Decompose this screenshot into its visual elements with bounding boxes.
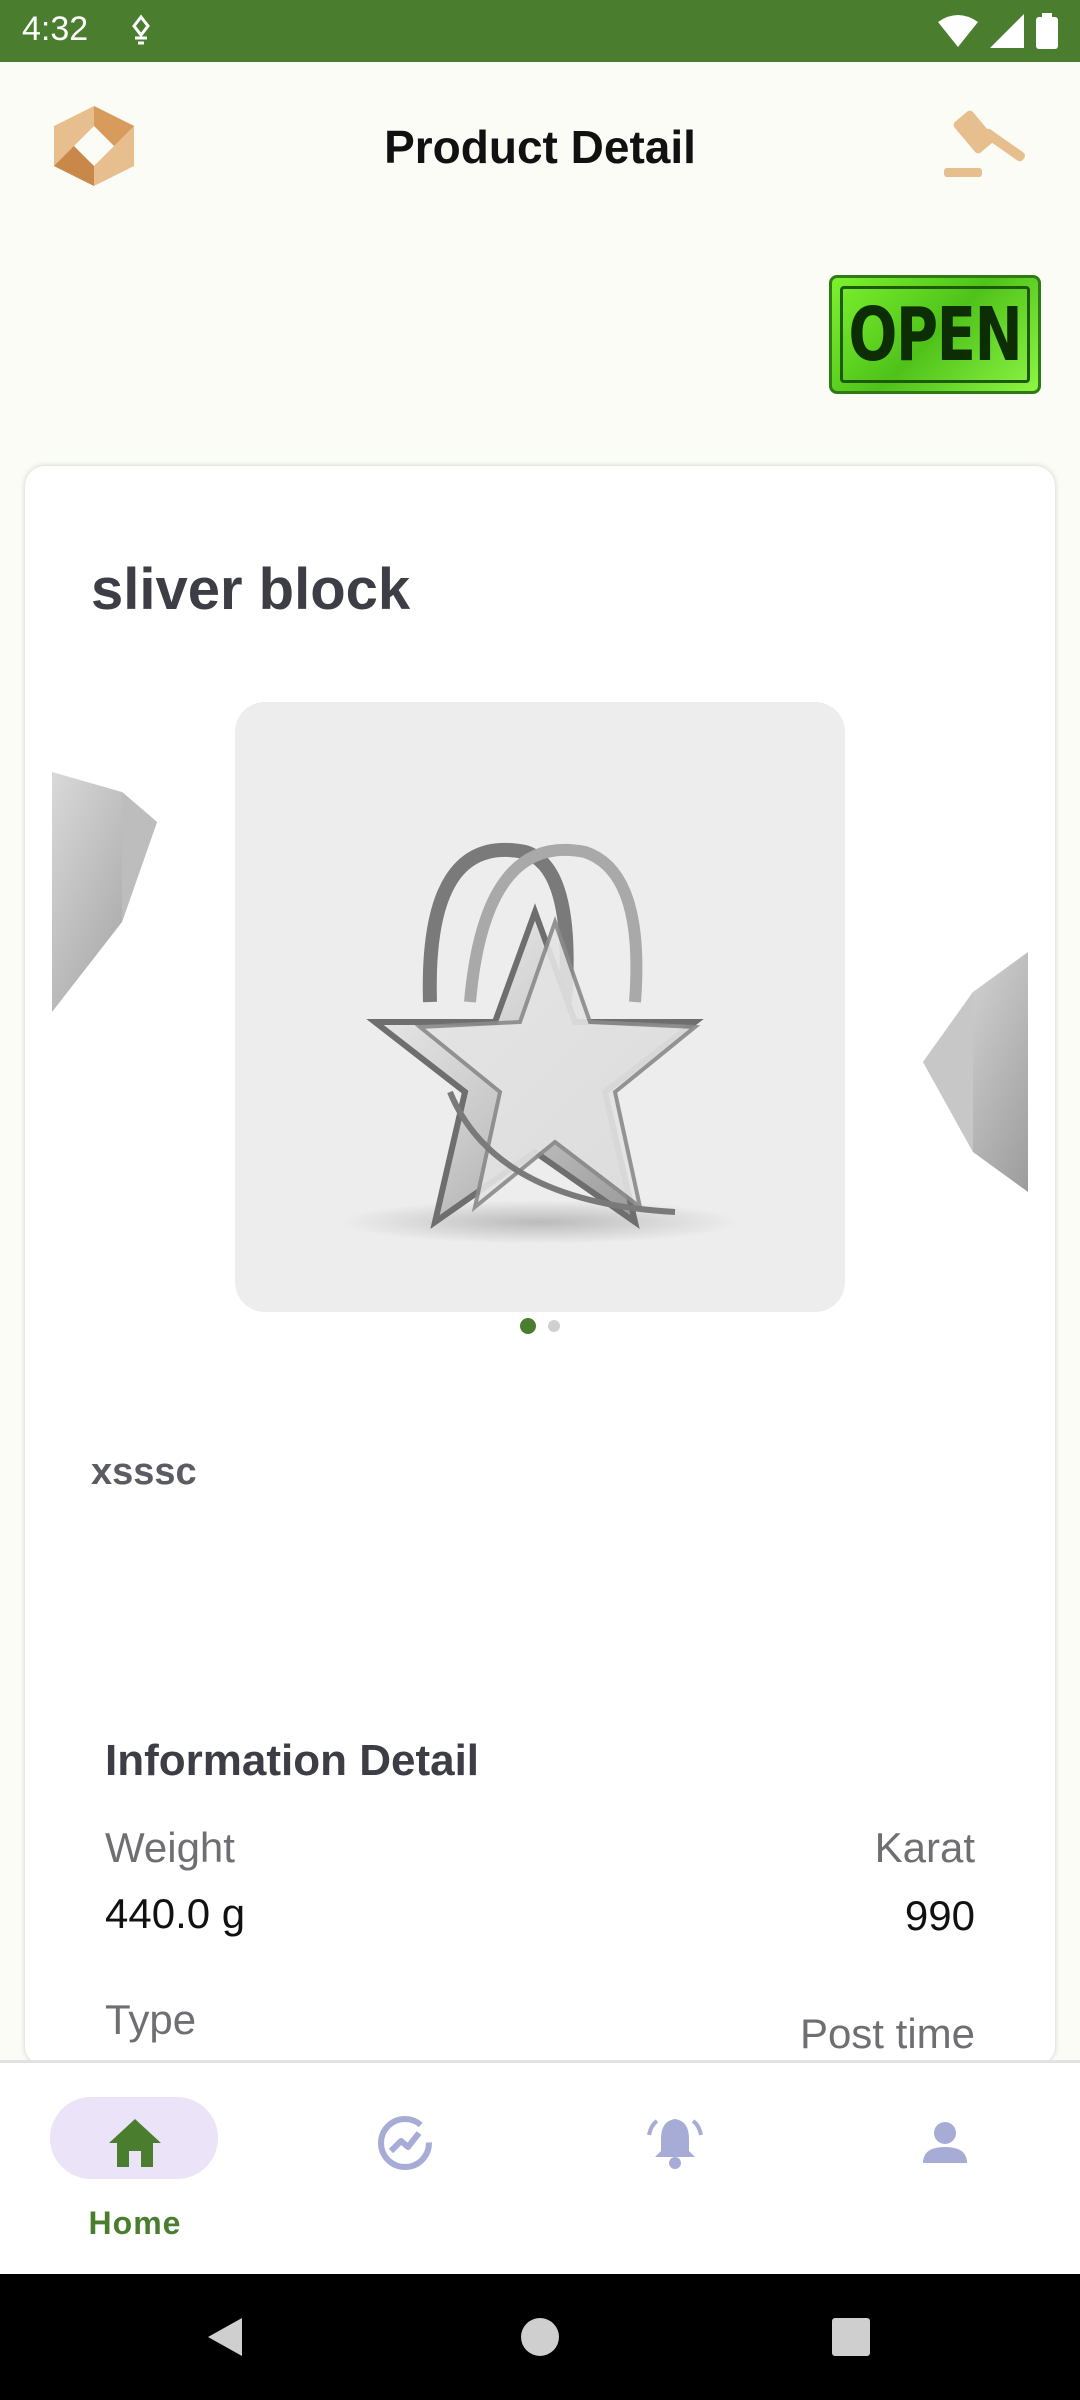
battery-icon bbox=[1036, 13, 1058, 49]
recents-icon[interactable] bbox=[828, 2314, 874, 2360]
system-navigation-bar bbox=[0, 2274, 1080, 2400]
open-status-badge-text: OPEN bbox=[848, 291, 1023, 378]
product-card: sliver block xsssc Information Detail We… bbox=[25, 466, 1055, 2066]
bell-icon bbox=[647, 2119, 703, 2169]
post-time-label: Post time bbox=[799, 2010, 975, 2057]
status-time: 4:32 bbox=[22, 10, 89, 48]
trend-icon bbox=[378, 2116, 432, 2170]
karat-value: 990 bbox=[904, 1892, 975, 1939]
nav-item-home[interactable]: Home bbox=[0, 2063, 270, 2277]
wifi-icon bbox=[938, 15, 978, 47]
status-bar: 4:32 bbox=[0, 0, 1080, 62]
product-image-carousel[interactable] bbox=[52, 702, 1028, 1342]
product-name: sliver block bbox=[91, 557, 411, 622]
app-header: Product Detail bbox=[0, 62, 1080, 232]
notification-icon bbox=[132, 14, 150, 45]
information-detail-title: Information Detail bbox=[105, 1736, 480, 1785]
nav-label-home: Home bbox=[88, 2205, 182, 2241]
bottom-navigation: Home bbox=[0, 2060, 1080, 2274]
product-image-main[interactable] bbox=[235, 702, 845, 1312]
person-icon bbox=[923, 2122, 967, 2163]
page-title: Product Detail bbox=[384, 121, 696, 173]
signal-icon bbox=[990, 14, 1024, 48]
product-description: xsssc bbox=[91, 1451, 197, 1493]
next-slide-image[interactable] bbox=[923, 952, 1028, 1232]
karat-label: Karat bbox=[874, 1824, 975, 1871]
nav-item-profile[interactable] bbox=[810, 2063, 1080, 2277]
gavel-icon[interactable] bbox=[940, 102, 1036, 192]
weight-label: Weight bbox=[105, 1824, 235, 1871]
back-icon[interactable] bbox=[202, 2314, 248, 2360]
previous-slide-image[interactable] bbox=[52, 772, 157, 1012]
nav-item-trends[interactable] bbox=[270, 2063, 540, 2277]
open-status-badge-frame: OPEN bbox=[840, 286, 1030, 383]
carousel-indicator bbox=[25, 1318, 1055, 1334]
star-bag-image bbox=[340, 842, 740, 1244]
weight-value: 440.0 g bbox=[105, 1890, 246, 1937]
status-icons bbox=[938, 12, 1058, 50]
home-button-icon[interactable] bbox=[517, 2314, 563, 2360]
open-status-badge: OPEN bbox=[829, 275, 1041, 394]
carousel-dot-active[interactable] bbox=[520, 1318, 536, 1334]
home-icon bbox=[109, 2119, 161, 2167]
nav-item-notifications[interactable] bbox=[540, 2063, 810, 2277]
carousel-dot[interactable] bbox=[548, 1320, 560, 1332]
type-label: Type bbox=[105, 1996, 197, 2043]
